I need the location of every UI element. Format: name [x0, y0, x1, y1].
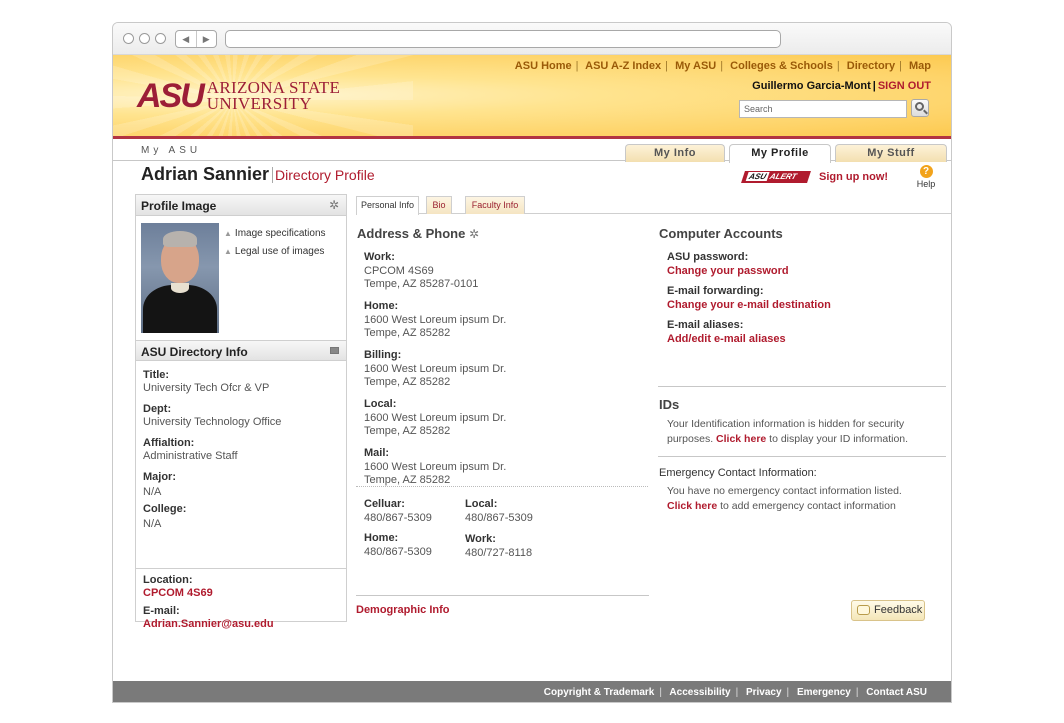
ids-note: Your Identification information is hidde… [667, 418, 909, 445]
emergency-note: You have no emergency contact informatio… [667, 485, 902, 512]
main-content: Personal Info Bio Faculty Info Address &… [356, 194, 951, 616]
footer-link[interactable]: Contact ASU [866, 687, 927, 698]
link-map[interactable]: Map [909, 60, 931, 72]
gear-icon[interactable]: ✲ [329, 199, 339, 211]
logo-mark: ASU [137, 77, 205, 115]
location-block: Location: CPCOM 4S69 E-mail: Adrian.Sannie… [136, 568, 346, 630]
help-button[interactable]: ? Help [914, 165, 938, 189]
change-password-link[interactable]: Change your password [667, 265, 937, 277]
triangle-icon: ▲ [224, 247, 232, 256]
forward-icon[interactable]: ▶ [197, 31, 217, 47]
footer-link[interactable]: Copyright & Trademark [544, 687, 655, 698]
address-section-title: Address & Phone ✲ [357, 226, 480, 241]
directory-field: Affialtion: Administrative Staff [143, 437, 238, 462]
help-label: Help [916, 179, 936, 189]
footer-link[interactable]: Emergency [797, 687, 851, 698]
main-tabbar: My ASU My Info My Profile My Stuff [113, 142, 951, 163]
profile-name: Adrian Sannier [141, 164, 270, 184]
sign-out-link[interactable]: SIGN OUT [878, 80, 931, 92]
directory-field: Major: N/A [143, 471, 176, 498]
gear-icon[interactable]: ✲ [469, 227, 479, 241]
address-block: Home: 1600 West Loreum ipsum Dr. Tempe, AZ… [364, 300, 507, 339]
email-link[interactable]: Adrian.Sannier@asu.edu [143, 618, 339, 630]
subtabs: Personal Info Bio Faculty Info [356, 194, 951, 215]
tab-my-profile[interactable]: My Profile [729, 144, 831, 163]
link-directory[interactable]: Directory [847, 60, 895, 72]
link-my-asu[interactable]: My ASU [675, 60, 716, 72]
divider [658, 456, 946, 457]
phone-item: Home: 480/867-5309 [364, 532, 432, 558]
window-zoom-button[interactable] [155, 33, 166, 44]
top-links: ASU Home | ASU A-Z Index | My ASU | College… [514, 60, 931, 72]
phone-item: Work: 480/727-8118 [465, 533, 533, 559]
help-icon: ? [919, 165, 933, 178]
browser-toolbar: ◀ ▶ [113, 23, 951, 55]
speech-bubble-icon [857, 605, 870, 615]
section-label: My ASU [141, 145, 202, 156]
footer-link[interactable]: Privacy [746, 687, 782, 698]
demographic-info-link[interactable]: Demographic Info [356, 604, 450, 616]
directory-info-panel: ASU Directory Info Title: University Tech… [136, 340, 346, 530]
search-button[interactable] [911, 99, 929, 117]
image-links: ▲ Image specifications ▲ Legal use of imag… [224, 225, 326, 261]
directory-field: Title: University Tech Ofcr & VP [143, 369, 270, 394]
link-asu-home[interactable]: ASU Home [515, 60, 572, 72]
image-spec-link[interactable]: ▲ Image specifications [224, 225, 326, 243]
user-info: Guillermo Garcia-Mont | SIGN OUT [752, 80, 931, 92]
address-block: Mail: 1600 West Loreum ipsum Dr. Tempe, AZ… [364, 447, 507, 486]
page-title: Adrian Sannier Directory Profile [141, 164, 375, 185]
phone-item: Celluar: 480/867-5309 [364, 498, 432, 524]
directory-field: Dept: University Technology Office [143, 403, 282, 428]
account-list: ASU password: Change your password E-mai… [667, 251, 937, 353]
emergency-click-here-link[interactable]: Click here [667, 500, 717, 512]
link-az-index[interactable]: ASU A-Z Index [585, 60, 661, 72]
tab-personal-info[interactable]: Personal Info [356, 196, 419, 215]
footer: Copyright & Trademark | Accessibility | Pr… [113, 681, 951, 702]
tab-bio[interactable]: Bio [426, 196, 452, 214]
address-block: Billing: 1600 West Loreum ipsum Dr. Tempe,… [364, 349, 507, 388]
link-colleges[interactable]: Colleges & Schools [730, 60, 833, 72]
user-name: Guillermo Garcia-Mont [752, 80, 871, 92]
browser-window: ◀ ▶ ASU ARIZONA STATE UNIVERSITY ASU Hom… [112, 22, 952, 703]
profile-image-header: Profile Image ✲ [136, 195, 346, 216]
profile-photo [141, 223, 219, 333]
asu-logo[interactable]: ASU ARIZONA STATE UNIVERSITY [137, 79, 340, 113]
ids-title: IDs [659, 397, 680, 412]
window-close-button[interactable] [123, 33, 134, 44]
tab-my-stuff[interactable]: My Stuff [835, 144, 947, 162]
back-icon[interactable]: ◀ [176, 31, 197, 47]
feedback-button[interactable]: Feedback [851, 600, 925, 621]
divider [356, 595, 649, 596]
directory-field: College: N/A [143, 503, 187, 530]
location-link[interactable]: CPCOM 4S69 [143, 587, 339, 599]
address-list: Work: CPCOM 4S69 Tempe, AZ 85287-0101 Home… [364, 251, 524, 496]
sidebar: Profile Image ✲ ▲ Image specifications ▲ L… [135, 194, 347, 630]
asu-alert-logo[interactable]: ASU ALERT [741, 171, 811, 183]
signup-link[interactable]: Sign up now! [819, 171, 888, 183]
phone-item: Local: 480/867-5309 [465, 498, 533, 524]
change-email-destination-link[interactable]: Change your e-mail destination [667, 299, 937, 311]
tab-faculty-info[interactable]: Faculty Info [465, 196, 525, 214]
footer-link[interactable]: Accessibility [669, 687, 730, 698]
edit-email-aliases-link[interactable]: Add/edit e-mail aliases [667, 333, 937, 345]
dotted-divider [356, 486, 648, 487]
address-block: Work: CPCOM 4S69 Tempe, AZ 85287-0101 [364, 251, 479, 290]
divider [658, 386, 946, 387]
window-minimize-button[interactable] [139, 33, 150, 44]
collapse-icon[interactable] [330, 347, 339, 354]
address-bar[interactable] [225, 30, 781, 48]
triangle-icon: ▲ [224, 229, 232, 238]
emergency-title: Emergency Contact Information: [659, 467, 817, 479]
nav-buttons: ◀ ▶ [175, 30, 217, 48]
address-block: Local: 1600 West Loreum ipsum Dr. Tempe, A… [364, 398, 507, 437]
legal-use-link[interactable]: ▲ Legal use of images [224, 243, 326, 261]
computer-accounts-title: Computer Accounts [659, 226, 783, 241]
logo-line2: UNIVERSITY [206, 94, 312, 113]
ids-click-here-link[interactable]: Click here [716, 433, 766, 445]
asu-banner: ASU ARIZONA STATE UNIVERSITY ASU Home | A… [113, 55, 951, 139]
page-subtitle: Directory Profile [272, 167, 375, 183]
directory-info-header: ASU Directory Info [136, 340, 346, 361]
search-input[interactable]: Search [739, 100, 907, 118]
tab-my-info[interactable]: My Info [625, 144, 725, 162]
